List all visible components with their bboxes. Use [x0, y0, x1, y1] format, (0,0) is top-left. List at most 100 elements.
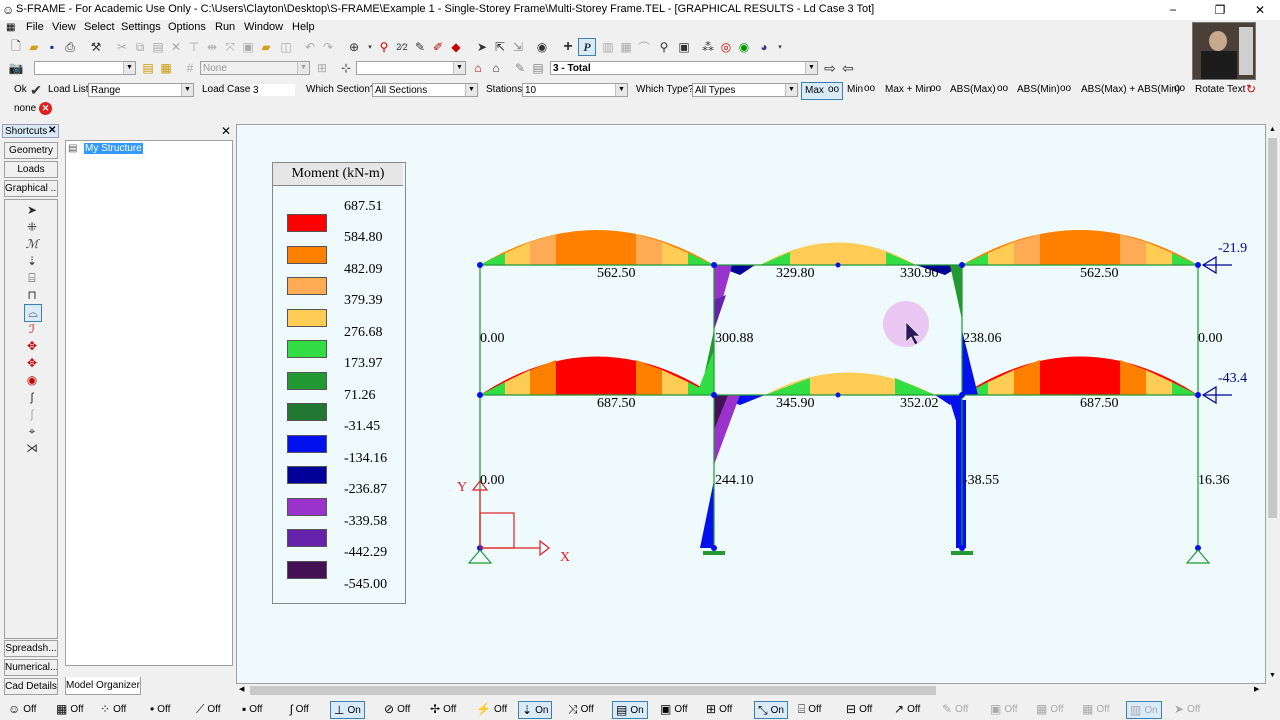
status-toggle-frame[interactable]: ⌸ Off [798, 701, 821, 717]
legend-swatch [287, 529, 327, 547]
node[interactable] [477, 392, 483, 398]
status-toggle-spring[interactable]: ʃ Off [290, 701, 309, 717]
status-toggle-label: On [770, 704, 784, 716]
node[interactable] [711, 262, 717, 268]
status-toggle-label: Off [397, 703, 411, 715]
status-toggle-cursor[interactable]: ➤ Off [1174, 701, 1200, 717]
status-bar: ☺ Off ▦ Off ⁘ Off • Off ⟋ Off ▪ Off ʃ Off ⊥ On ⊘ Off ✢ Off ⚡… [0, 698, 1280, 720]
status-toggle-member[interactable]: ⟋ Off [196, 701, 221, 717]
horizontal-scrollbar[interactable]: ◀ ▶ [236, 684, 1266, 697]
status-toggle-label: Off [907, 703, 921, 715]
value-col3-lower: -38.55 [963, 473, 999, 488]
node[interactable] [711, 545, 717, 551]
dload-icon: ⚡ [476, 702, 491, 716]
status-toggle-plate[interactable]: ▪ Off [242, 701, 262, 717]
status-toggle-dload[interactable]: ⚡ Off [476, 701, 507, 717]
sections-icon: ▣ [660, 702, 672, 716]
status-toggle-label: Off [23, 703, 37, 715]
cursor-icon: ➤ [1174, 702, 1185, 716]
status-toggle-scale[interactable]: ⤡ On [754, 701, 788, 719]
legend-swatch [287, 497, 327, 516]
status-toggle-smile[interactable]: ☺ Off [8, 701, 36, 717]
node[interactable] [959, 392, 965, 398]
status-toggle-label: Off [70, 703, 84, 715]
beam-bot-left-diagram [480, 356, 714, 395]
status-toggle-grid[interactable]: ▦ Off [56, 701, 84, 717]
scroll-right-icon[interactable]: ▶ [1254, 685, 1259, 693]
value-beam-top-mid-left: 329.80 [776, 266, 815, 281]
legend-swatch [287, 403, 327, 421]
node[interactable] [477, 262, 483, 268]
status-toggle-box[interactable]: ▣ Off [990, 701, 1018, 717]
status-toggle-sections[interactable]: ▣ Off [660, 701, 688, 717]
legend-value: -545.00 [344, 576, 388, 592]
legend-value: -236.87 [344, 482, 388, 497]
status-toggle-rigid[interactable]: ⊞ Off [706, 701, 732, 717]
scroll-left-icon[interactable]: ◀ [239, 685, 244, 693]
status-toggle-label: On [535, 704, 549, 716]
status-toggle-dot[interactable]: • Off [150, 701, 170, 717]
scroll-thumb[interactable] [250, 686, 936, 695]
node[interactable] [835, 392, 841, 398]
moment-diagram: 562.50 329.80 330.90 562.50 687.50 345.9… [457, 230, 1247, 565]
status-toggle-label: Off [295, 703, 309, 715]
status-toggle-label: Off [1050, 703, 1064, 715]
grid-icon: ▦ [56, 702, 68, 716]
status-toggle-release[interactable]: ⊘ Off [384, 701, 410, 717]
legend-top-value: 687.51 [344, 199, 383, 214]
scroll-thumb[interactable] [1268, 138, 1277, 518]
status-toggle-local[interactable]: ⤨ Off [568, 701, 594, 717]
legend-value: -339.58 [344, 513, 388, 529]
legend-value: 71.26 [344, 387, 376, 403]
status-toggle-label: On [630, 704, 644, 716]
status-toggle-label: On [1144, 704, 1158, 716]
status-toggle-support[interactable]: ⊥ On [330, 701, 365, 719]
zdown-icon: ⇣ [522, 703, 533, 717]
status-toggle-label: On [347, 704, 361, 716]
value-load-top: -21.9 [1218, 241, 1247, 256]
load-arrow-bottom [1201, 385, 1232, 405]
status-toggle-load[interactable]: ✢ Off [430, 701, 456, 717]
status-toggle-box2[interactable]: ▦ Off [1036, 701, 1064, 717]
status-toggle-node[interactable]: ⁘ Off [100, 701, 126, 717]
scroll-up-icon[interactable]: ▲ [1269, 126, 1276, 133]
status-toggle-label: Off [808, 703, 822, 715]
axes-indicator [471, 480, 550, 557]
node[interactable] [1195, 392, 1201, 398]
smile-icon: ☺ [8, 702, 21, 716]
status-toggle-pen[interactable]: ✎ Off [942, 701, 968, 717]
node[interactable] [959, 545, 965, 551]
column-3-diagram [948, 265, 978, 548]
pin-support-icon [467, 549, 493, 564]
scroll-down-icon[interactable]: ▼ [1269, 672, 1276, 679]
status-toggle-label: Off [674, 703, 688, 715]
legend-swatch [287, 214, 327, 232]
status-toggle-arrow[interactable]: ↗ Off [894, 701, 920, 717]
status-toggle-zdown[interactable]: ⇣ On [518, 701, 553, 719]
support-icon: ⊥ [334, 703, 345, 717]
node[interactable] [1195, 262, 1201, 268]
status-toggle-label: Off [955, 703, 969, 715]
value-beam-bot-mid-left: 345.90 [776, 396, 815, 411]
legend-value: -442.29 [344, 545, 388, 560]
load-arrow-top [1201, 255, 1232, 275]
status-toggle-label: Off [443, 703, 457, 715]
status-toggle-frame2[interactable]: ⊟ Off [846, 701, 872, 717]
load-icon: ✢ [430, 702, 441, 716]
status-toggle-label: Off [493, 703, 508, 715]
status-toggle-box3[interactable]: ▦ Off [1082, 701, 1110, 717]
node[interactable] [711, 392, 717, 398]
legend-swatch [287, 245, 327, 264]
vertical-scrollbar[interactable]: ▲ ▼ [1266, 124, 1279, 684]
node[interactable] [835, 262, 841, 268]
value-beam-top-left: 562.50 [597, 266, 636, 281]
axis-y-label: Y [457, 480, 467, 495]
pin-support-icon [1185, 549, 1211, 564]
status-toggle-label: Off [207, 703, 221, 715]
node[interactable] [959, 262, 965, 268]
legend-swatch [287, 308, 327, 327]
status-toggle-colors[interactable]: ▤ On [612, 701, 648, 719]
node-icon: ⁘ [100, 702, 111, 716]
status-toggle-box4[interactable]: ▥ On [1126, 701, 1162, 719]
value-col4-upper: 0.00 [1198, 331, 1223, 346]
